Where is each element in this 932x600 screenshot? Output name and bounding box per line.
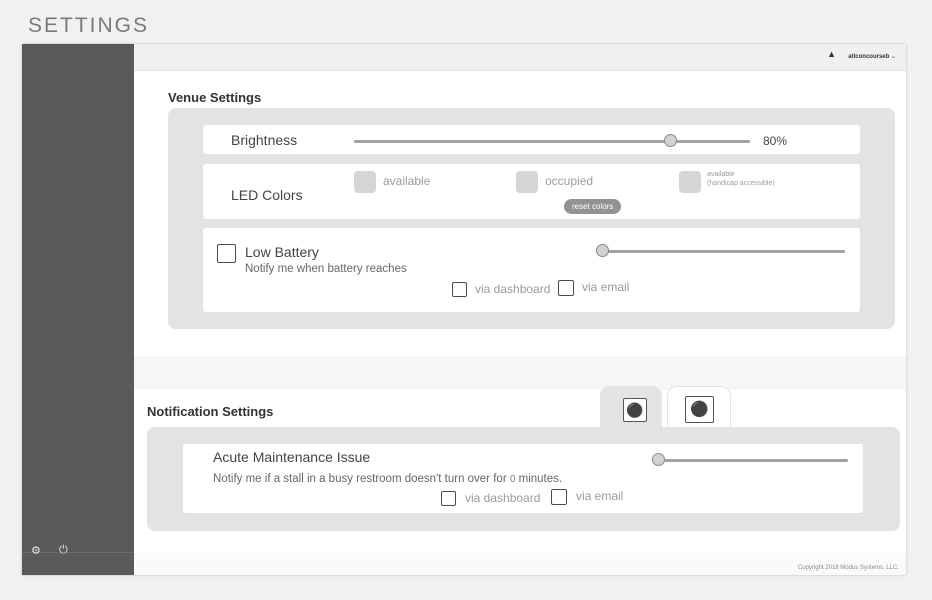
user-menu[interactable]: atlconcourseb ⌄ <box>848 53 896 60</box>
sidebar: ⚙ ⏻ <box>22 44 134 575</box>
brightness-label: Brightness <box>231 132 298 148</box>
maintenance-dashboard-label: via dashboard <box>465 491 541 505</box>
page-title: SETTINGS <box>28 14 150 37</box>
tab-female-restroom[interactable]: ⚫ <box>600 386 662 428</box>
gear-icon[interactable]: ⚙ <box>31 544 41 557</box>
battery-dashboard-label: via dashboard <box>475 282 551 296</box>
battery-dashboard-checkbox[interactable] <box>452 282 467 297</box>
copyright: Copyright 2018 Modus Systems, LLC. <box>797 565 899 571</box>
led-colors-label: LED Colors <box>231 187 303 203</box>
available-label: available <box>383 174 431 188</box>
battery-slider-thumb[interactable] <box>596 244 609 257</box>
brightness-slider-thumb[interactable] <box>663 134 677 147</box>
top-bar: ▲ atlconcourseb ⌄ <box>134 44 906 71</box>
venue-settings-title: Venue Settings <box>168 90 262 105</box>
male-restroom-icon: ⚫ <box>685 396 714 423</box>
low-battery-checkbox[interactable] <box>217 244 236 263</box>
maintenance-label: Acute Maintenance Issue <box>213 449 371 465</box>
handicap-available-color-swatch[interactable] <box>679 171 701 193</box>
venue-settings-panel: Brightness 80% LED Colors available occu… <box>168 108 895 329</box>
handicap-label-line2: (handicap accessible) <box>707 180 775 187</box>
led-colors-row: LED Colors available occupied available … <box>203 164 860 219</box>
battery-slider[interactable] <box>603 250 845 253</box>
notification-settings-title: Notification Settings <box>147 404 274 419</box>
footer-bar <box>134 553 906 575</box>
occupied-label: occupied <box>545 174 594 188</box>
brightness-value: 80% <box>763 134 788 148</box>
maintenance-sub-after: minutes. <box>518 473 563 485</box>
warning-icon[interactable]: ▲ <box>827 49 836 59</box>
app-window: ⚙ ⏻ ▲ atlconcourseb ⌄ Venue Settings Bri… <box>22 44 906 575</box>
maintenance-sub-before: Notify me if a stall in a busy restroom … <box>213 473 507 485</box>
female-restroom-icon: ⚫ <box>623 398 647 422</box>
section-divider-band <box>134 356 906 390</box>
minutes-value: 0 <box>509 474 516 485</box>
brightness-slider[interactable] <box>354 140 750 143</box>
reset-colors-button[interactable]: reset colors <box>564 199 622 214</box>
maintenance-dashboard-checkbox[interactable] <box>441 491 456 506</box>
maintenance-slider-thumb[interactable] <box>652 453 665 466</box>
power-icon[interactable]: ⏻ <box>59 544 68 557</box>
low-battery-label: Low Battery <box>245 244 319 260</box>
tab-male-restroom[interactable]: ⚫ <box>667 386 731 428</box>
available-color-swatch[interactable] <box>354 171 376 193</box>
chevron-down-icon: ⌄ <box>890 54 896 60</box>
maintenance-email-checkbox[interactable] <box>551 489 567 505</box>
maintenance-slider[interactable] <box>659 459 848 462</box>
brightness-row: Brightness 80% <box>203 125 860 154</box>
username: atlconcourseb <box>848 54 890 60</box>
battery-email-checkbox[interactable] <box>558 280 574 296</box>
low-battery-row: Low Battery Notify me when battery reach… <box>203 228 860 312</box>
handicap-label-line1: available <box>707 171 735 178</box>
maintenance-row: Acute Maintenance Issue Notify me if a s… <box>183 444 863 513</box>
low-battery-sub: Notify me when battery reaches <box>245 263 407 275</box>
maintenance-email-label: via email <box>576 489 624 503</box>
maintenance-sub: Notify me if a stall in a busy restroom … <box>213 473 562 485</box>
notification-settings-panel: Acute Maintenance Issue Notify me if a s… <box>147 427 900 531</box>
occupied-color-swatch[interactable] <box>516 171 538 193</box>
battery-email-label: via email <box>582 280 630 294</box>
handicap-available-label: available (handicap accessible) <box>707 170 775 188</box>
